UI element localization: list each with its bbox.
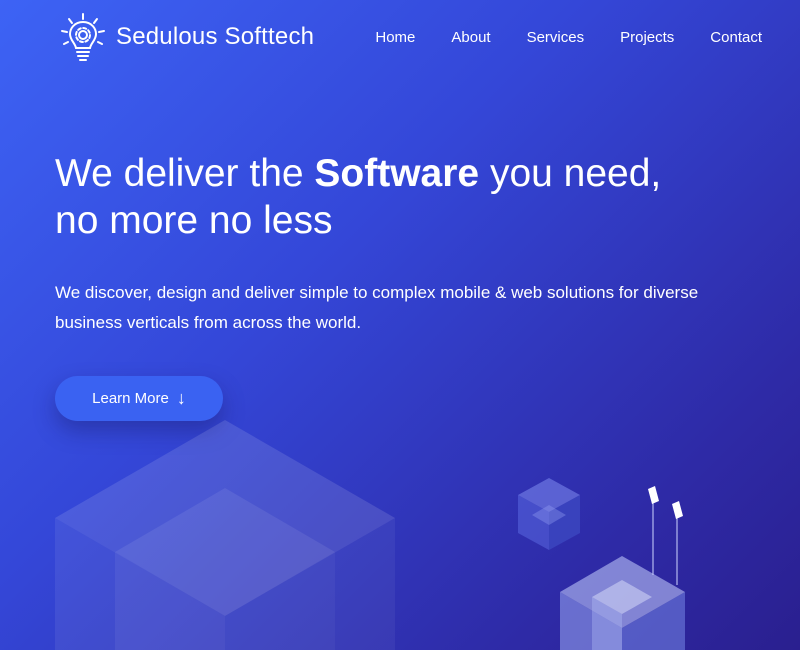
small-cube-graphic [518, 478, 580, 550]
hero-description: We discover, design and deliver simple t… [55, 283, 699, 332]
nav-contact[interactable]: Contact [710, 29, 762, 46]
nav-home[interactable]: Home [375, 29, 415, 46]
hero-title-bold: Software [314, 152, 480, 195]
main-nav: Home About Services Projects Contact [339, 29, 762, 46]
nav-about[interactable]: About [451, 29, 490, 46]
large-cube-graphic [55, 420, 395, 650]
hero-decoration [55, 420, 685, 650]
lightbulb-gear-icon [61, 13, 105, 61]
hero-title-part2: you need, [479, 152, 662, 195]
site-header: Sedulous Softtech Home About Services Pr… [0, 0, 800, 78]
nav-services[interactable]: Services [527, 29, 585, 46]
brand-logo[interactable]: Sedulous Softtech [58, 12, 314, 62]
brand-name: Sedulous Softtech [116, 23, 315, 50]
hero-title: We deliver the Software you need, no mor… [55, 150, 775, 244]
nav-projects[interactable]: Projects [620, 29, 674, 46]
hero-title-part1: We deliver the [55, 152, 315, 195]
hero-title-line2: no more no less [55, 199, 333, 242]
